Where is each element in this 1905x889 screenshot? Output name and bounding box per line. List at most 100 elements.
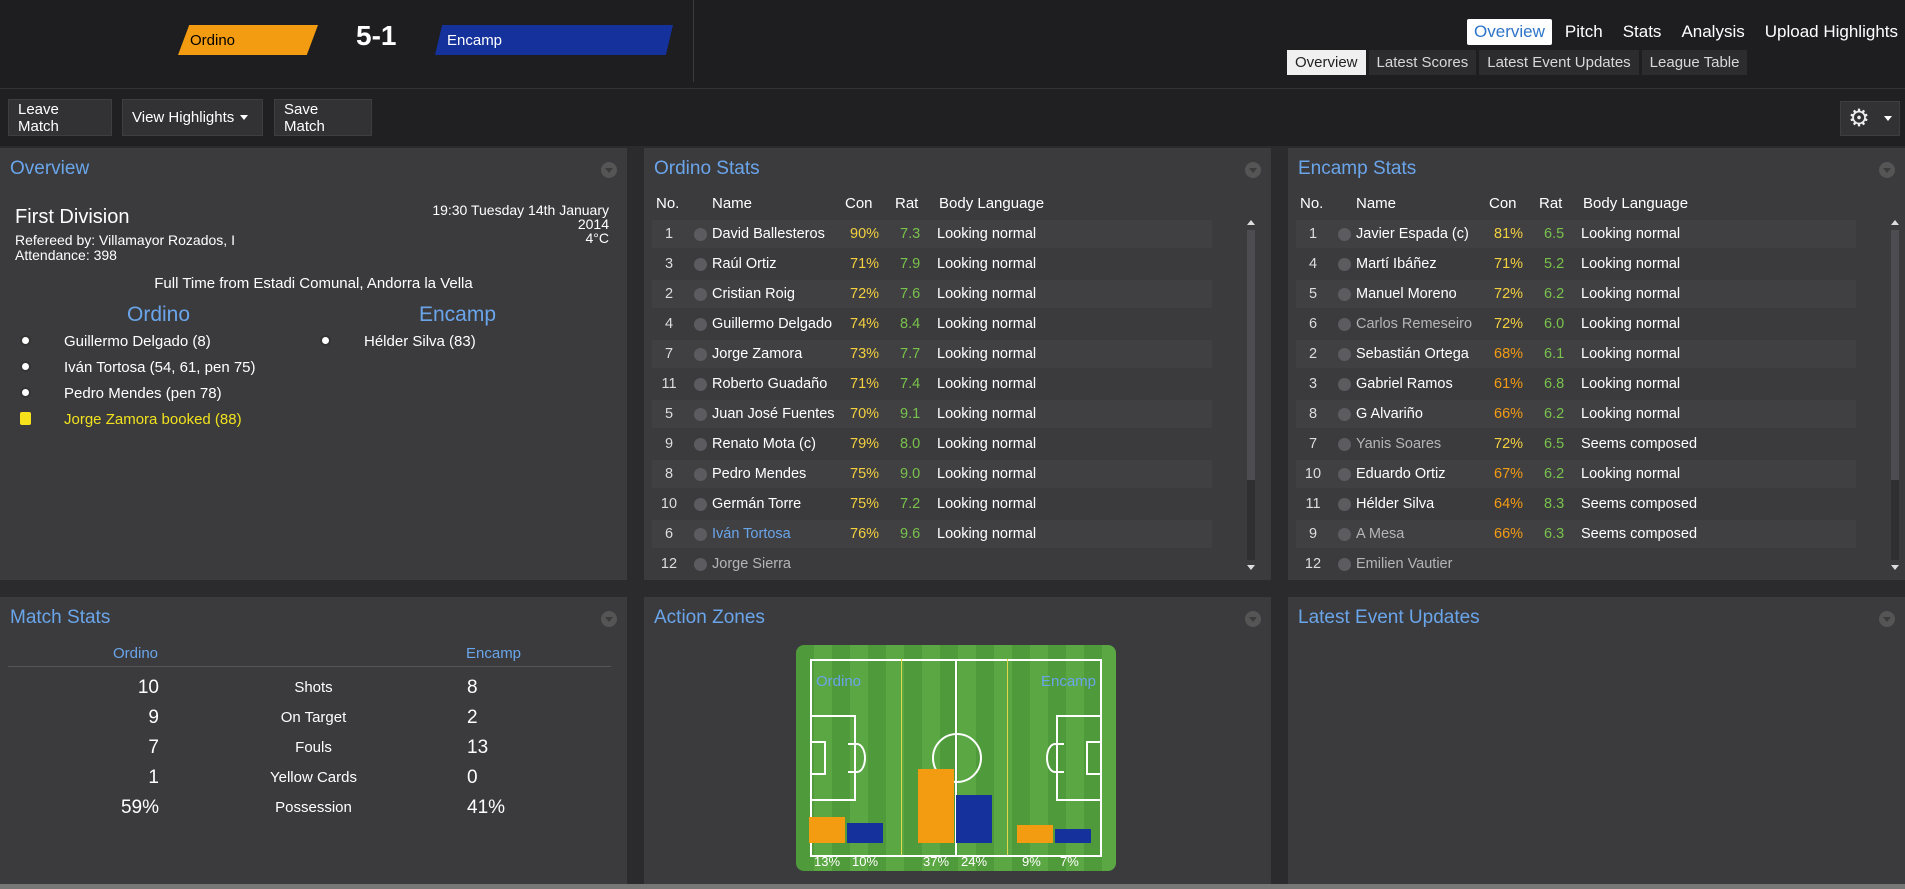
view-highlights-button[interactable]: View Highlights	[122, 99, 263, 136]
info-icon[interactable]	[694, 348, 707, 361]
collapse-icon[interactable]	[1879, 611, 1895, 627]
subtab-overview[interactable]: Overview	[1287, 50, 1366, 75]
column-header-body-language[interactable]: Body Language	[939, 195, 1044, 212]
info-icon[interactable]	[694, 558, 707, 571]
player-name[interactable]: A Mesa	[1356, 526, 1404, 542]
column-header-con[interactable]: Con	[845, 195, 873, 212]
table-row[interactable]: 3 Raúl Ortiz 71% 7.9 Looking normal	[652, 250, 1212, 278]
player-name[interactable]: David Ballesteros	[712, 226, 825, 242]
player-name[interactable]: Sebastián Ortega	[1356, 346, 1469, 362]
column-header-no[interactable]: No.	[1300, 195, 1323, 212]
save-match-button[interactable]: Save Match	[274, 99, 372, 136]
collapse-icon[interactable]	[1245, 611, 1261, 627]
column-header-rat[interactable]: Rat	[1539, 195, 1562, 212]
player-name[interactable]: Jorge Sierra	[712, 556, 791, 572]
player-name[interactable]: Carlos Remeseiro	[1356, 316, 1472, 332]
tab-analysis[interactable]: Analysis	[1674, 19, 1751, 45]
player-name[interactable]: Roberto Guadaño	[712, 376, 827, 392]
table-row[interactable]: 1 David Ballesteros 90% 7.3 Looking normal	[652, 220, 1212, 248]
column-header-no[interactable]: No.	[656, 195, 679, 212]
player-name[interactable]: Eduardo Ortiz	[1356, 466, 1445, 482]
table-row[interactable]: 11 Hélder Silva 64% 8.3 Seems composed	[1296, 490, 1856, 518]
player-name[interactable]: Iván Tortosa	[712, 526, 791, 542]
column-header-body-language[interactable]: Body Language	[1583, 195, 1688, 212]
table-row[interactable]: 1 Javier Espada (c) 81% 6.5 Looking normal	[1296, 220, 1856, 248]
info-icon[interactable]	[694, 258, 707, 271]
away-team-badge[interactable]: Encamp	[435, 25, 673, 55]
player-name[interactable]: Guillermo Delgado	[712, 316, 832, 332]
info-icon[interactable]	[694, 318, 707, 331]
table-row[interactable]: 8 Pedro Mendes 75% 9.0 Looking normal	[652, 460, 1212, 488]
player-name[interactable]: Renato Mota (c)	[712, 436, 816, 452]
scroll-up-icon[interactable]	[1891, 220, 1899, 225]
info-icon[interactable]	[694, 498, 707, 511]
info-icon[interactable]	[694, 228, 707, 241]
table-row[interactable]: 12 Emilien Vautier	[1296, 550, 1856, 578]
info-icon[interactable]	[1338, 528, 1351, 541]
column-header-con[interactable]: Con	[1489, 195, 1517, 212]
player-name[interactable]: G Alvariño	[1356, 406, 1423, 422]
table-row[interactable]: 4 Guillermo Delgado 74% 8.4 Looking normal	[652, 310, 1212, 338]
column-header-name[interactable]: Name	[712, 195, 752, 212]
info-icon[interactable]	[1338, 378, 1351, 391]
table-row[interactable]: 6 Carlos Remeseiro 72% 6.0 Looking normal	[1296, 310, 1856, 338]
subtab-league-table[interactable]: League Table	[1641, 50, 1748, 75]
table-row[interactable]: 5 Manuel Moreno 72% 6.2 Looking normal	[1296, 280, 1856, 308]
info-icon[interactable]	[694, 288, 707, 301]
info-icon[interactable]	[1338, 438, 1351, 451]
table-row[interactable]: 11 Roberto Guadaño 71% 7.4 Looking normal	[652, 370, 1212, 398]
table-row[interactable]: 8 G Alvariño 66% 6.2 Looking normal	[1296, 400, 1856, 428]
info-icon[interactable]	[694, 468, 707, 481]
info-icon[interactable]	[1338, 558, 1351, 571]
column-header-name[interactable]: Name	[1356, 195, 1396, 212]
leave-match-button[interactable]: Leave Match	[8, 99, 112, 136]
scroll-down-icon[interactable]	[1247, 565, 1255, 570]
player-name[interactable]: Hélder Silva	[1356, 496, 1434, 512]
info-icon[interactable]	[1338, 348, 1351, 361]
home-team-badge[interactable]: Ordino	[178, 25, 318, 55]
table-row[interactable]: 5 Juan José Fuentes 70% 9.1 Looking normal	[652, 400, 1212, 428]
table-row[interactable]: 9 A Mesa 66% 6.3 Seems composed	[1296, 520, 1856, 548]
collapse-icon[interactable]	[1245, 162, 1261, 178]
player-name[interactable]: Emilien Vautier	[1356, 556, 1452, 572]
info-icon[interactable]	[694, 378, 707, 391]
table-row[interactable]: 3 Gabriel Ramos 61% 6.8 Looking normal	[1296, 370, 1856, 398]
player-name[interactable]: Yanis Soares	[1356, 436, 1441, 452]
player-name[interactable]: Raúl Ortiz	[712, 256, 776, 272]
info-icon[interactable]	[1338, 408, 1351, 421]
player-name[interactable]: Gabriel Ramos	[1356, 376, 1453, 392]
player-name[interactable]: Jorge Zamora	[712, 346, 802, 362]
collapse-icon[interactable]	[601, 162, 617, 178]
table-row[interactable]: 2 Cristian Roig 72% 7.6 Looking normal	[652, 280, 1212, 308]
info-icon[interactable]	[694, 528, 707, 541]
info-icon[interactable]	[1338, 288, 1351, 301]
scroll-thumb[interactable]	[1247, 230, 1255, 480]
player-name[interactable]: Martí Ibáñez	[1356, 256, 1437, 272]
collapse-icon[interactable]	[601, 611, 617, 627]
player-name[interactable]: Juan José Fuentes	[712, 406, 835, 422]
info-icon[interactable]	[694, 438, 707, 451]
table-row[interactable]: 10 Eduardo Ortiz 67% 6.2 Looking normal	[1296, 460, 1856, 488]
info-icon[interactable]	[1338, 228, 1351, 241]
subtab-latest-scores[interactable]: Latest Scores	[1368, 50, 1477, 75]
column-header-rat[interactable]: Rat	[895, 195, 918, 212]
scroll-down-icon[interactable]	[1891, 565, 1899, 570]
scroll-thumb[interactable]	[1891, 230, 1899, 480]
info-icon[interactable]	[1338, 258, 1351, 271]
table-row[interactable]: 6 Iván Tortosa 76% 9.6 Looking normal	[652, 520, 1212, 548]
scrollbar[interactable]	[1247, 220, 1255, 570]
settings-button[interactable]: ⚙	[1840, 101, 1900, 136]
table-row[interactable]: 7 Yanis Soares 72% 6.5 Seems composed	[1296, 430, 1856, 458]
info-icon[interactable]	[1338, 468, 1351, 481]
scroll-up-icon[interactable]	[1247, 220, 1255, 225]
tab-overview[interactable]: Overview	[1467, 19, 1552, 45]
player-name[interactable]: Cristian Roig	[712, 286, 795, 302]
table-row[interactable]: 9 Renato Mota (c) 79% 8.0 Looking normal	[652, 430, 1212, 458]
tab-pitch[interactable]: Pitch	[1558, 19, 1610, 45]
table-row[interactable]: 12 Jorge Sierra	[652, 550, 1212, 578]
table-row[interactable]: 2 Sebastián Ortega 68% 6.1 Looking normal	[1296, 340, 1856, 368]
info-icon[interactable]	[1338, 318, 1351, 331]
table-row[interactable]: 4 Martí Ibáñez 71% 5.2 Looking normal	[1296, 250, 1856, 278]
player-name[interactable]: Javier Espada (c)	[1356, 226, 1469, 242]
player-name[interactable]: Manuel Moreno	[1356, 286, 1457, 302]
